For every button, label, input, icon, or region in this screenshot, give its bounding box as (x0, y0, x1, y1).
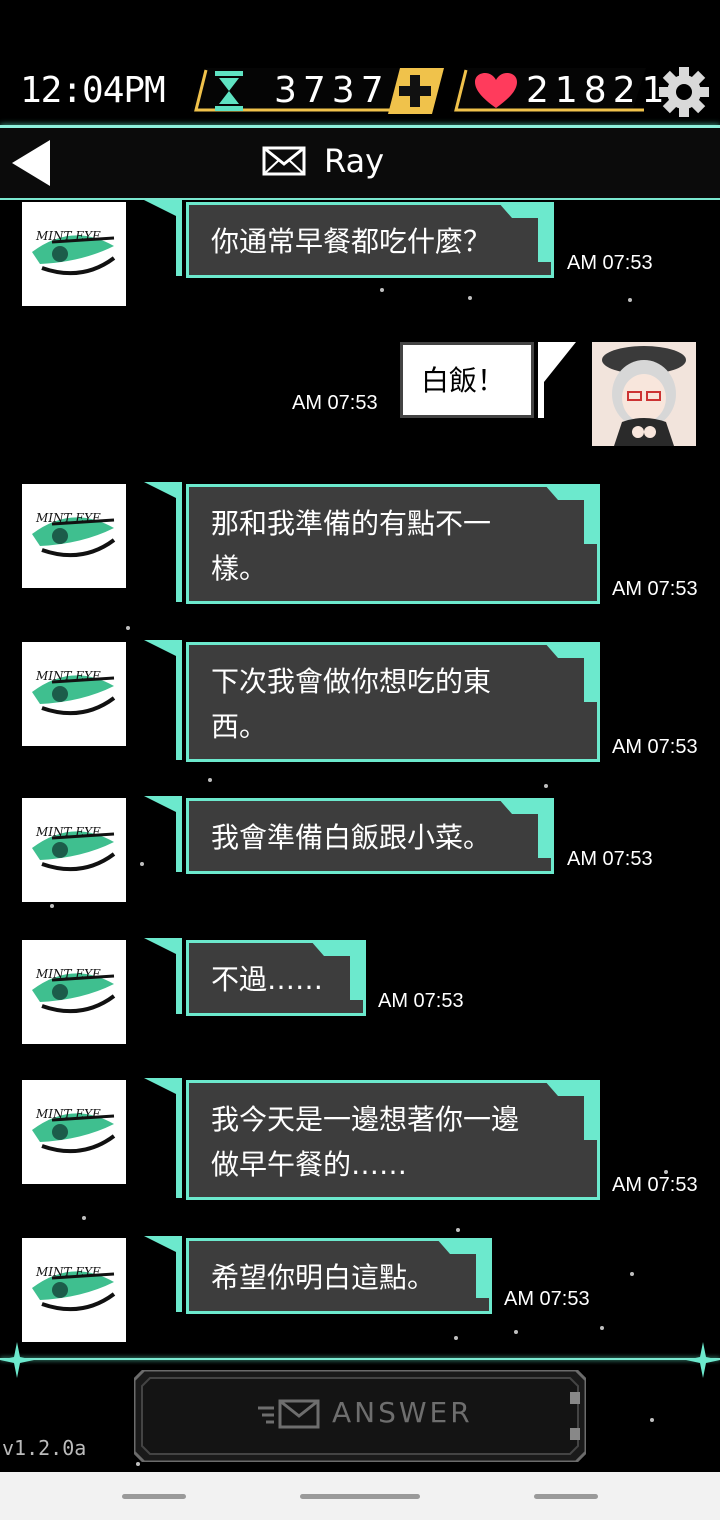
hourglass-count: 3737 (274, 70, 390, 111)
message-text: 我會準備白飯跟小菜。 (211, 821, 492, 854)
svg-text:MINT EYE: MINT EYE (35, 669, 101, 683)
message-bubble: 那和我準備的有點不一 樣。 (186, 484, 600, 604)
heart-icon (475, 73, 517, 108)
message-time: AM 07:53 (612, 736, 698, 758)
bottom-divider (0, 1358, 720, 1360)
svg-text:MINT EYE: MINT EYE (35, 1265, 101, 1279)
mint-eye-avatar: MINT EYE (22, 642, 126, 746)
mint-eye-avatar: MINT EYE (22, 798, 126, 902)
sparkle-icon (686, 1342, 720, 1378)
answer-label: ANSWER (332, 1396, 473, 1429)
mint-eye-avatar: MINT EYE (22, 1080, 126, 1184)
message-bubble: 不過…… (186, 940, 366, 1016)
user-avatar (592, 342, 696, 446)
message-bubble: 下次我會做你想吃的東 西。 (186, 642, 600, 762)
message-text-line: 樣。 (211, 552, 268, 585)
message-time: AM 07:53 (504, 1288, 590, 1310)
user-message-bubble: 白飯！ (400, 342, 534, 418)
mint-eye-avatar: MINT EYE (22, 484, 126, 588)
nav-home-button[interactable] (300, 1494, 420, 1499)
clock: 12:04PM (20, 70, 166, 111)
message-text: 不過…… (211, 963, 324, 996)
envelope-icon (262, 146, 306, 176)
version-label: v1.2.0a (2, 1436, 87, 1460)
nav-back-button[interactable] (534, 1494, 598, 1499)
mint-eye-avatar: MINT EYE (22, 1238, 126, 1342)
back-arrow-icon[interactable] (10, 138, 54, 188)
message-bubble: 你通常早餐都吃什麼？ (186, 202, 554, 278)
mint-eye-avatar: MINT EYE (22, 202, 126, 306)
message-time: AM 07:53 (292, 392, 378, 414)
add-hourglass-button[interactable] (388, 68, 444, 114)
message-time: AM 07:53 (567, 848, 653, 870)
svg-text:MINT EYE: MINT EYE (35, 967, 101, 981)
message-time: AM 07:53 (612, 578, 698, 600)
message-time: AM 07:53 (612, 1174, 698, 1196)
message-bubble: 我會準備白飯跟小菜。 (186, 798, 554, 874)
sparkle-icon (0, 1342, 34, 1378)
message-text: 你通常早餐都吃什麼？ (211, 225, 492, 258)
message-text-line: 做早午餐的…… (211, 1148, 408, 1181)
nav-recents-button[interactable] (122, 1494, 186, 1499)
settings-gear-icon[interactable] (658, 66, 710, 118)
message-text-line: 下次我會做你想吃的東 (211, 665, 492, 698)
message-text: 希望你明白這點。 (211, 1261, 436, 1294)
chat-title: Ray (324, 142, 385, 180)
message-time: AM 07:53 (378, 990, 464, 1012)
svg-text:MINT EYE: MINT EYE (35, 825, 101, 839)
message-text-line: 西。 (211, 710, 268, 743)
message-bubble: 希望你明白這點。 (186, 1238, 492, 1314)
mint-eye-avatar: MINT EYE (22, 940, 126, 1044)
message-text-line: 我今天是一邊想著你一邊 (211, 1103, 520, 1136)
message-time: AM 07:53 (567, 252, 653, 274)
message-text: 白飯！ (421, 364, 506, 397)
svg-text:MINT EYE: MINT EYE (35, 1107, 101, 1121)
message-text-line: 那和我準備的有點不一 (211, 507, 492, 540)
heart-count: 21821 (526, 70, 671, 111)
svg-text:MINT EYE: MINT EYE (35, 511, 101, 525)
message-bubble: 我今天是一邊想著你一邊 做早午餐的…… (186, 1080, 600, 1200)
svg-text:MINT EYE: MINT EYE (35, 229, 101, 243)
envelope-send-icon (258, 1399, 320, 1429)
hourglass-icon (215, 71, 243, 111)
